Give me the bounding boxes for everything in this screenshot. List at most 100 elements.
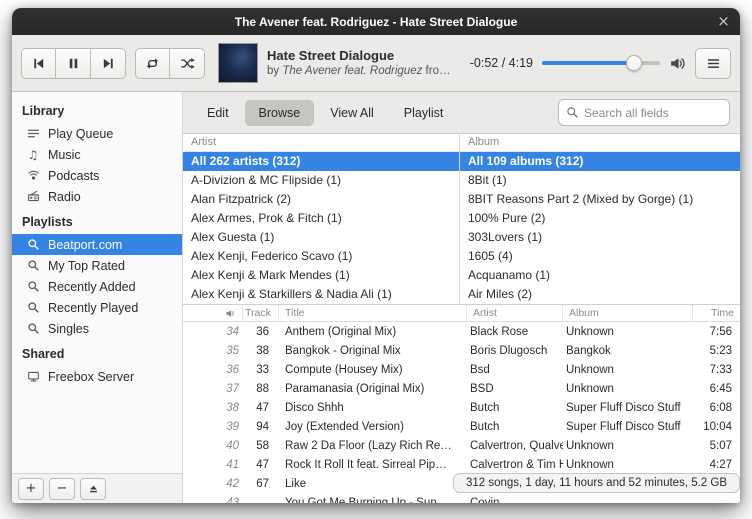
artist-row[interactable]: A-Divizion & MC Flipside (1)	[183, 171, 459, 190]
auto-playlist-icon	[26, 259, 40, 272]
artist-row[interactable]: Alex Kenji & Starkillers & Nadia Ali (1)	[183, 285, 459, 304]
artist-row[interactable]: Alex Guesta (1)	[183, 228, 459, 247]
sidebar-item-radio[interactable]: Radio	[12, 186, 182, 207]
album-row[interactable]: 8BIT Reasons Part 2 (Mixed by Gorge) (1)	[460, 190, 740, 209]
titlebar[interactable]: The Avener feat. Rodriguez - Hate Street…	[12, 8, 740, 35]
album-row[interactable]: 8Bit (1)	[460, 171, 740, 190]
shuffle-icon	[180, 56, 195, 71]
artist-row[interactable]: Alex Kenji & Mark Mendes (1)	[183, 266, 459, 285]
search-input[interactable]	[584, 106, 722, 120]
main-panel: Edit Browse View All Playlist Artist All…	[183, 92, 740, 503]
tab-playlist[interactable]: Playlist	[390, 100, 458, 126]
song-row[interactable]: 4058Raw 2 Da Floor (Lazy Rich Re…Calvert…	[183, 436, 740, 455]
artist-row[interactable]: Alex Kenji, Federico Scavo (1)	[183, 247, 459, 266]
add-playlist-button[interactable]: +	[18, 478, 44, 500]
album-art	[218, 43, 258, 83]
artist-row[interactable]: Alex Armes, Prok & Fitch (1)	[183, 209, 459, 228]
album-row[interactable]: Air Miles (2)	[460, 285, 740, 304]
pause-icon	[66, 56, 81, 71]
now-playing-info: Hate Street Dialogue by The Avener feat.…	[267, 48, 455, 79]
artist-row[interactable]: All 262 artists (312)	[183, 152, 459, 171]
previous-icon	[31, 56, 46, 71]
sidebar: Library Play Queue ♫ Music Podcasts Radi…	[12, 92, 183, 503]
app-window: The Avener feat. Rodriguez - Hate Street…	[12, 8, 740, 503]
auto-playlist-icon	[26, 301, 40, 314]
eject-icon	[88, 483, 99, 494]
artist-row[interactable]: Alan Fitzpatrick (2)	[183, 190, 459, 209]
repeat-icon	[145, 56, 160, 71]
volume-handle[interactable]	[626, 55, 642, 71]
pause-button[interactable]	[56, 48, 91, 79]
podcast-icon	[26, 169, 40, 182]
song-row[interactable]: 4147Rock It Roll It feat. Sirreal Pip…Ca…	[183, 455, 740, 474]
volume-slider[interactable]	[542, 54, 660, 72]
sidebar-item-podcasts[interactable]: Podcasts	[12, 165, 182, 186]
sidebar-item-my-top-rated[interactable]: My Top Rated	[12, 255, 182, 276]
sidebar-section-library: Library	[12, 96, 182, 123]
close-button[interactable]: ×	[713, 11, 734, 32]
remove-playlist-button[interactable]: −	[49, 478, 75, 500]
library-browser: Artist All 262 artists (312) A-Divizion …	[183, 134, 740, 305]
song-list-header: Track Title Artist Album Time	[183, 305, 740, 322]
tab-edit[interactable]: Edit	[193, 100, 243, 126]
view-toolbar: Edit Browse View All Playlist	[183, 92, 740, 134]
sidebar-section-playlists: Playlists	[12, 207, 182, 234]
next-icon	[101, 56, 116, 71]
sidebar-item-music[interactable]: ♫ Music	[12, 144, 182, 165]
tab-browse[interactable]: Browse	[245, 100, 315, 126]
song-row[interactable]: 3538Bangkok - Original MixBoris Dlugosch…	[183, 341, 740, 360]
status-bar: 312 songs, 1 day, 11 hours and 52 minute…	[453, 473, 740, 493]
playback-controls	[21, 48, 126, 79]
sidebar-item-freebox-server[interactable]: Freebox Server	[12, 366, 182, 387]
sidebar-item-play-queue[interactable]: Play Queue	[12, 123, 182, 144]
volume-button[interactable]	[669, 55, 686, 72]
sidebar-item-recently-played[interactable]: Recently Played	[12, 297, 182, 318]
sidebar-item-singles[interactable]: Singles	[12, 318, 182, 339]
sidebar-section-shared: Shared	[12, 339, 182, 366]
sidebar-actions: + −	[12, 473, 182, 503]
song-row[interactable]: 3788Paramanasia (Original Mix)BSDUnknown…	[183, 379, 740, 398]
sidebar-item-recently-added[interactable]: Recently Added	[12, 276, 182, 297]
next-button[interactable]	[91, 48, 126, 79]
album-column-header[interactable]: Album	[460, 134, 740, 152]
artist-column-header[interactable]: Artist	[467, 305, 563, 321]
shuffle-button[interactable]	[170, 48, 205, 79]
search-icon	[566, 106, 579, 119]
song-row[interactable]: 3994Joy (Extended Version)ButchSuper Flu…	[183, 417, 740, 436]
album-row[interactable]: Acquanamo (1)	[460, 266, 740, 285]
album-row[interactable]: 1605 (4)	[460, 247, 740, 266]
song-row[interactable]: 3633Compute (Housey Mix)BsdUnknown7:33	[183, 360, 740, 379]
title-column-header[interactable]: Title	[279, 305, 467, 321]
speaker-small-icon	[225, 308, 236, 319]
hamburger-icon	[706, 56, 721, 71]
time-display: -0:52 / 4:19	[470, 56, 533, 70]
song-row[interactable]: 3847Disco ShhhButchSuper Fluff Disco Stu…	[183, 398, 740, 417]
volume-fill	[542, 61, 634, 65]
artist-pane: Artist All 262 artists (312) A-Divizion …	[183, 134, 460, 304]
search-box[interactable]	[558, 99, 730, 126]
sidebar-item-beatport[interactable]: Beatport.com	[12, 234, 182, 255]
menu-button[interactable]	[695, 48, 731, 79]
music-note-icon: ♫	[26, 149, 40, 161]
song-row[interactable]: 43You Got Me Burning Up - Sun…Covin	[183, 493, 740, 503]
song-row[interactable]: 3436Anthem (Original Mix)Black RoseUnkno…	[183, 322, 740, 341]
album-row[interactable]: 303Lovers (1)	[460, 228, 740, 247]
repeat-button[interactable]	[135, 48, 170, 79]
album-row[interactable]: All 109 albums (312)	[460, 152, 740, 171]
auto-playlist-icon	[26, 238, 40, 251]
radio-icon	[26, 190, 40, 203]
tab-view-all[interactable]: View All	[316, 100, 388, 126]
speaker-icon	[669, 55, 686, 72]
album-row[interactable]: 100% Pure (2)	[460, 209, 740, 228]
previous-button[interactable]	[21, 48, 56, 79]
playing-column-header[interactable]	[183, 305, 243, 321]
window-title: The Avener feat. Rodriguez - Hate Street…	[235, 15, 518, 29]
eject-button[interactable]	[80, 478, 106, 500]
artist-column-header[interactable]: Artist	[183, 134, 459, 152]
album-column-header[interactable]: Album	[563, 305, 693, 321]
auto-playlist-icon	[26, 322, 40, 335]
time-column-header[interactable]: Time	[693, 305, 740, 321]
volume-track	[542, 61, 660, 65]
playback-modes	[135, 48, 205, 79]
track-column-header[interactable]: Track	[243, 305, 279, 321]
